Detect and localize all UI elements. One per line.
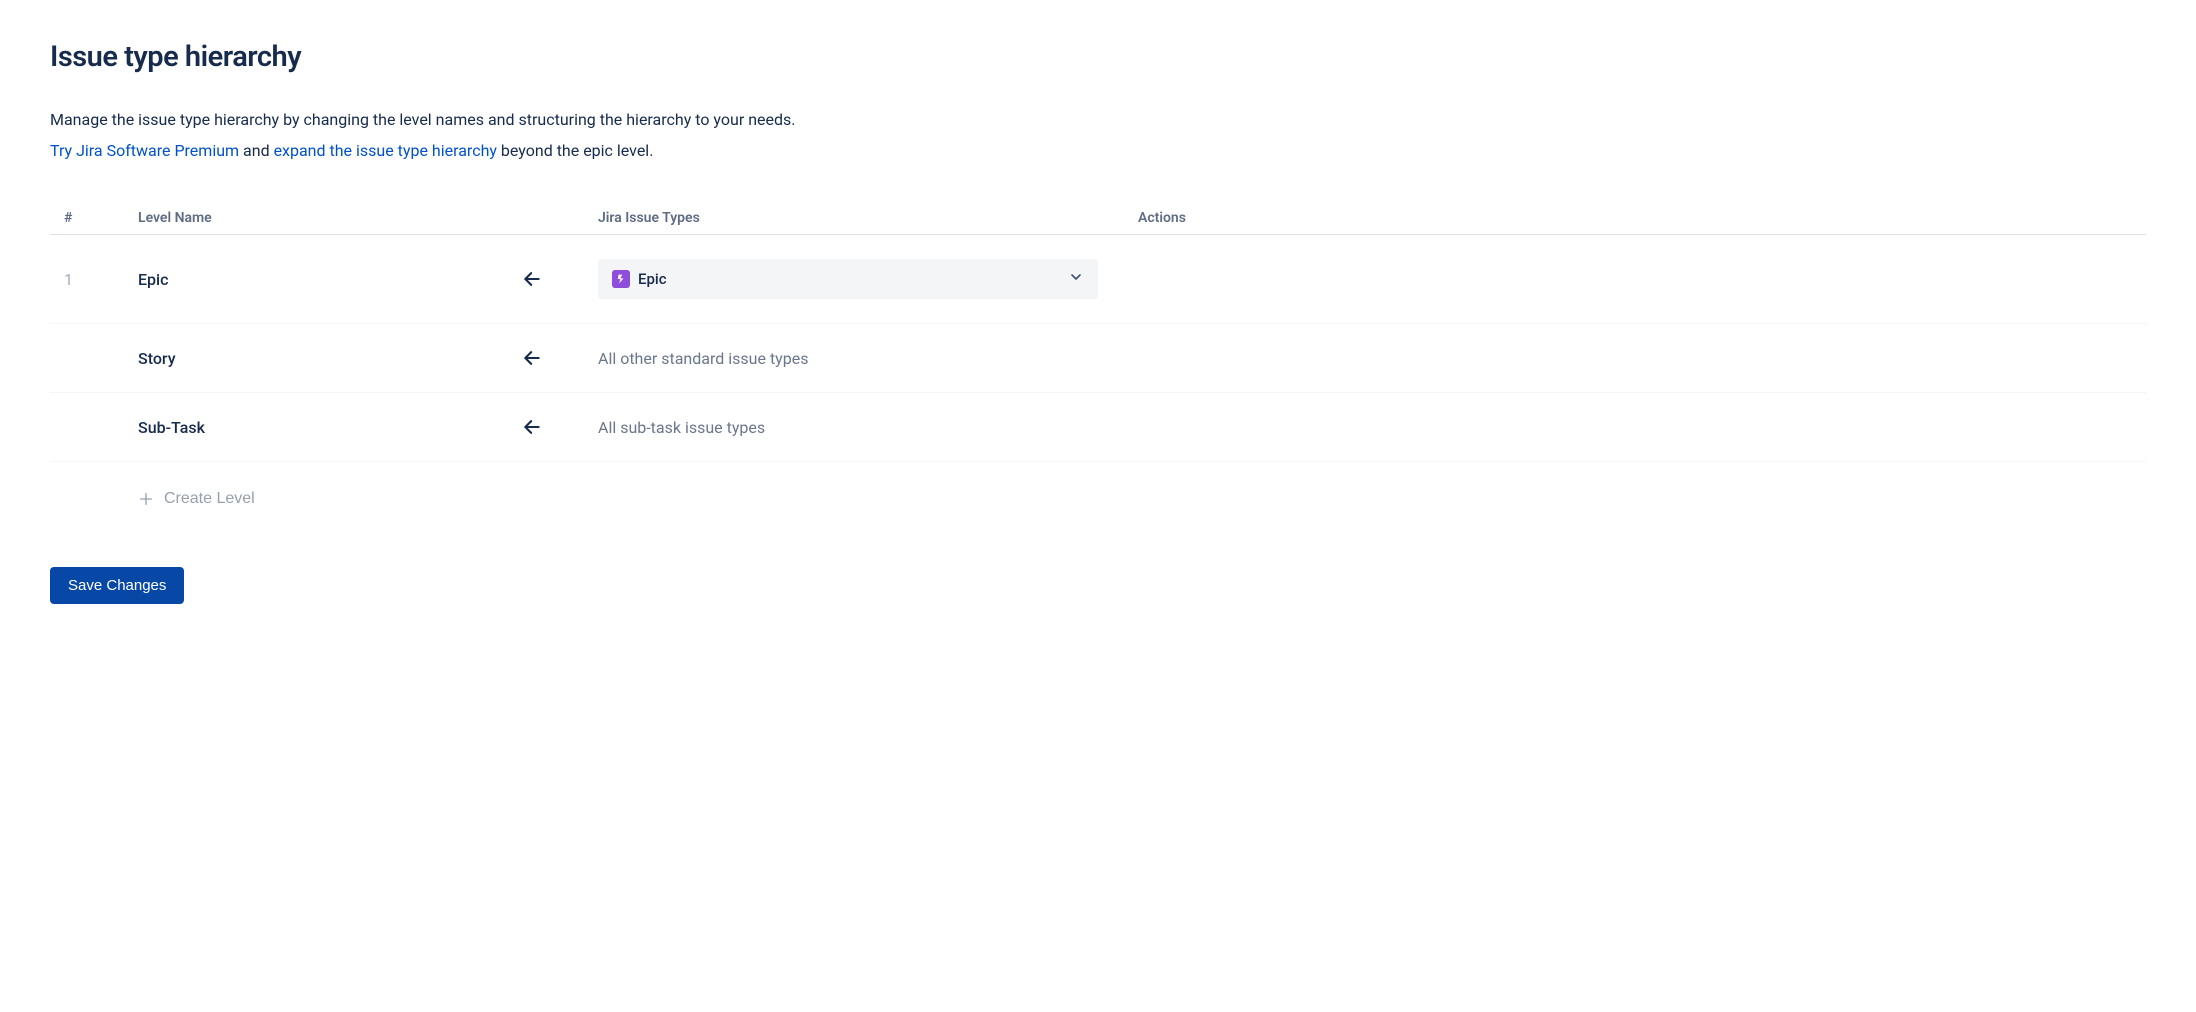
actions-cell bbox=[1130, 393, 2146, 462]
arrow-left-icon bbox=[522, 269, 542, 289]
column-header-types: Jira Issue Types bbox=[590, 200, 1130, 235]
row-number bbox=[50, 324, 130, 393]
table-row: 1 Epic Epic bbox=[50, 235, 2146, 324]
dropdown-label: Epic bbox=[638, 270, 667, 288]
description-text: Manage the issue type hierarchy by chang… bbox=[50, 109, 2146, 131]
hierarchy-table: # Level Name Jira Issue Types Actions 1 … bbox=[50, 200, 2146, 539]
plus-icon bbox=[138, 491, 154, 507]
table-row: Sub-Task All sub-task issue types bbox=[50, 393, 2146, 462]
table-header-row: # Level Name Jira Issue Types Actions bbox=[50, 200, 2146, 235]
create-level-row: Create Level bbox=[50, 462, 2146, 540]
row-number: 1 bbox=[50, 235, 130, 324]
issue-type-text: All sub-task issue types bbox=[598, 418, 765, 437]
row-number bbox=[50, 393, 130, 462]
column-header-name: Level Name bbox=[130, 200, 590, 235]
level-name-text: Story bbox=[138, 349, 176, 368]
actions-cell bbox=[1130, 235, 2146, 324]
column-header-actions: Actions bbox=[1130, 200, 2146, 235]
page-title: Issue type hierarchy bbox=[50, 40, 2146, 74]
issue-type-text: All other standard issue types bbox=[598, 349, 808, 368]
actions-cell bbox=[1130, 324, 2146, 393]
level-name-text: Epic bbox=[138, 270, 168, 289]
level-name-cell: Sub-Task bbox=[130, 393, 590, 462]
arrow-left-icon bbox=[522, 417, 542, 437]
chevron-down-icon bbox=[1068, 269, 1084, 289]
issue-type-cell: All other standard issue types bbox=[590, 324, 1130, 393]
expand-hierarchy-link[interactable]: expand the issue type hierarchy bbox=[274, 141, 497, 160]
save-button[interactable]: Save Changes bbox=[50, 567, 184, 604]
create-level-button[interactable]: Create Level bbox=[138, 490, 255, 508]
issue-type-cell: All sub-task issue types bbox=[590, 393, 1130, 462]
description-mid: and bbox=[239, 141, 274, 160]
issue-type-dropdown[interactable]: Epic bbox=[598, 259, 1098, 299]
arrow-left-icon bbox=[522, 348, 542, 368]
issue-type-cell: Epic bbox=[590, 235, 1130, 324]
level-name-text: Sub-Task bbox=[138, 418, 205, 437]
column-header-number: # bbox=[50, 200, 130, 235]
create-level-label: Create Level bbox=[164, 490, 255, 508]
try-premium-link[interactable]: Try Jira Software Premium bbox=[50, 141, 239, 160]
level-name-cell: Epic bbox=[130, 235, 590, 324]
level-name-cell: Story bbox=[130, 324, 590, 393]
description-after: beyond the epic level. bbox=[497, 141, 653, 160]
epic-icon bbox=[612, 270, 630, 288]
table-row: Story All other standard issue types bbox=[50, 324, 2146, 393]
description-premium-line: Try Jira Software Premium and expand the… bbox=[50, 141, 2146, 160]
